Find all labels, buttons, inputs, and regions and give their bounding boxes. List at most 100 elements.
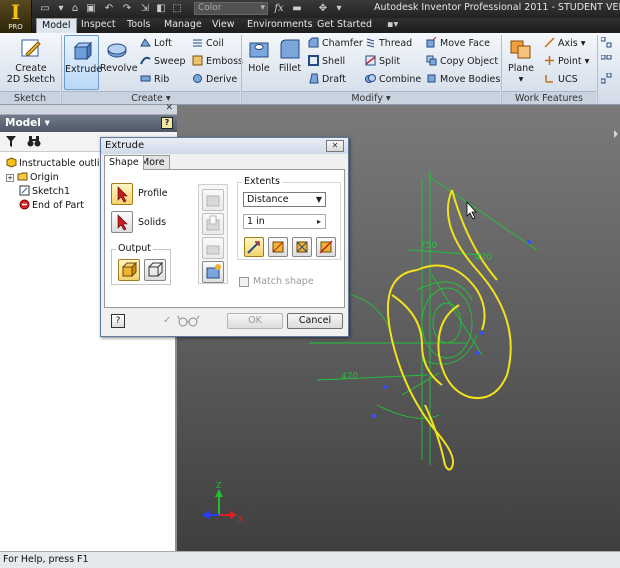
- profile-curve: [416, 264, 486, 331]
- draft-label: Draft: [322, 74, 346, 85]
- hole-button[interactable]: Hole: [244, 35, 274, 90]
- ok-button[interactable]: OK: [227, 313, 283, 329]
- pattern-icon[interactable]: [601, 54, 615, 69]
- create-2d-sketch-button[interactable]: Create 2D Sketch: [6, 35, 56, 90]
- match-shape-checkbox[interactable]: [239, 277, 249, 287]
- select-icon[interactable]: ⬚: [170, 2, 184, 15]
- join-button[interactable]: [202, 189, 224, 211]
- copy-object-button[interactable]: Copy Object: [426, 54, 498, 69]
- tree-label: Origin: [30, 172, 59, 183]
- output-surface-button[interactable]: [144, 259, 166, 281]
- tab-tools[interactable]: Tools: [122, 18, 155, 33]
- solids-select-button[interactable]: [111, 211, 133, 233]
- derive-button[interactable]: Derive: [192, 72, 237, 87]
- save-icon[interactable]: ▣: [84, 2, 98, 15]
- open-file-icon[interactable]: ⌂: [68, 2, 82, 15]
- tree-item-end-of-part[interactable]: End of Part: [19, 199, 84, 212]
- tab-get-started[interactable]: Get Started: [312, 18, 377, 33]
- customize-dropdown-icon[interactable]: ▾: [332, 2, 346, 15]
- ucs-icon: [545, 75, 553, 83]
- split-label: Split: [379, 56, 401, 67]
- draft-button[interactable]: Draft: [308, 72, 346, 87]
- tab-shape[interactable]: Shape: [104, 155, 144, 170]
- fx-parameters-button[interactable]: fx: [272, 2, 286, 15]
- new-dropdown-icon[interactable]: ▾: [54, 2, 68, 15]
- redo-icon[interactable]: ↷: [120, 2, 134, 15]
- pattern-icon[interactable]: [601, 72, 615, 87]
- measure-icon[interactable]: ▬: [290, 2, 304, 15]
- coil-button[interactable]: Coil: [192, 36, 224, 51]
- ucs-button[interactable]: UCS: [544, 72, 578, 87]
- output-solid-button[interactable]: [118, 259, 140, 281]
- sweep-button[interactable]: Sweep: [140, 54, 186, 69]
- new-file-icon[interactable]: ▭: [38, 2, 52, 15]
- return-icon[interactable]: ⇲: [138, 2, 152, 15]
- chevron-down-icon[interactable]: ▾: [45, 117, 50, 129]
- title-bar: I PRO ▭ ▾ ⌂ ▣ ↶ ↷ ⇲ ◧ ⬚ Color ▾ fx ▬ ✥ ▾…: [0, 0, 620, 33]
- application-menu-button[interactable]: I PRO: [0, 0, 32, 33]
- cut-button[interactable]: [202, 213, 224, 235]
- extrude-button[interactable]: Extrude: [64, 35, 102, 90]
- viewcube-icon[interactable]: [614, 130, 618, 138]
- close-icon[interactable]: ✕: [326, 140, 344, 152]
- close-icon[interactable]: ✕: [165, 103, 173, 113]
- new-solid-icon: [206, 264, 221, 279]
- plane-button[interactable]: Plane ▾: [504, 35, 538, 90]
- cancel-button[interactable]: Cancel: [287, 313, 343, 329]
- move-bodies-button[interactable]: Move Bodies: [426, 72, 500, 87]
- asymmetric-icon: [319, 240, 333, 254]
- point-button[interactable]: Point ▾: [544, 54, 589, 69]
- asymmetric-button[interactable]: [316, 237, 336, 257]
- chevron-down-icon[interactable]: ▾: [386, 93, 391, 104]
- find-binoculars-icon[interactable]: [27, 135, 41, 148]
- pattern-icon[interactable]: [601, 36, 615, 51]
- chevron-right-icon[interactable]: ▸: [313, 215, 325, 228]
- extents-select-value: Distance: [247, 194, 289, 205]
- preview-glasses-icon[interactable]: [177, 315, 201, 327]
- sketch-point: [480, 331, 484, 335]
- direction-2-button[interactable]: [268, 237, 288, 257]
- tab-model[interactable]: Model: [36, 18, 77, 33]
- sketch-point: [527, 240, 531, 244]
- move-icon[interactable]: ✥: [316, 2, 330, 15]
- split-button[interactable]: Split: [365, 54, 400, 69]
- extents-type-select[interactable]: Distance ▼: [243, 192, 326, 207]
- tab-view[interactable]: View: [207, 18, 240, 33]
- expand-icon[interactable]: +: [6, 174, 14, 182]
- fillet-button[interactable]: Fillet: [275, 35, 305, 90]
- loft-label: Loft: [154, 38, 172, 49]
- move-face-button[interactable]: Move Face: [426, 36, 490, 51]
- combine-button[interactable]: Combine: [365, 72, 421, 87]
- chamfer-button[interactable]: Chamfer: [308, 36, 363, 51]
- tab-inspect[interactable]: Inspect: [76, 18, 121, 33]
- revolve-button[interactable]: Revolve: [100, 35, 138, 90]
- loft-button[interactable]: Loft: [140, 36, 172, 51]
- tree-item-sketch1[interactable]: Sketch1: [19, 185, 70, 198]
- check-icon[interactable]: ✓: [163, 315, 171, 326]
- sweep-icon: [140, 56, 151, 65]
- emboss-button[interactable]: Emboss: [192, 54, 243, 69]
- filter-icon[interactable]: [5, 135, 17, 148]
- intersect-button[interactable]: [202, 237, 224, 259]
- thread-button[interactable]: Thread: [365, 36, 412, 51]
- axis-button[interactable]: Axis ▾: [544, 36, 586, 51]
- rib-button[interactable]: Rib: [140, 72, 169, 87]
- browser-help-icon[interactable]: ?: [161, 117, 173, 129]
- ribbon-display-toggle-icon[interactable]: ▪▾: [382, 18, 403, 33]
- undo-icon[interactable]: ↶: [102, 2, 116, 15]
- tab-manage[interactable]: Manage: [159, 18, 207, 33]
- profile-select-button[interactable]: [111, 183, 133, 205]
- tree-item-part[interactable]: Instructable outline: [6, 157, 111, 170]
- symmetric-button[interactable]: [292, 237, 312, 257]
- new-solid-button[interactable]: [202, 261, 224, 283]
- direction-1-button[interactable]: [244, 237, 264, 257]
- dialog-help-icon[interactable]: ?: [111, 314, 125, 328]
- tab-environments[interactable]: Environments: [242, 18, 318, 33]
- update-icon[interactable]: ◧: [154, 2, 168, 15]
- dialog-title-bar[interactable]: Extrude ✕: [101, 138, 348, 154]
- color-override-select[interactable]: Color ▾: [194, 2, 268, 15]
- tree-item-origin[interactable]: + Origin: [6, 171, 59, 184]
- shell-button[interactable]: Shell: [308, 54, 345, 69]
- browser-header[interactable]: Model ▾ ?: [0, 115, 177, 132]
- distance-input[interactable]: 1 in ▸: [243, 214, 326, 229]
